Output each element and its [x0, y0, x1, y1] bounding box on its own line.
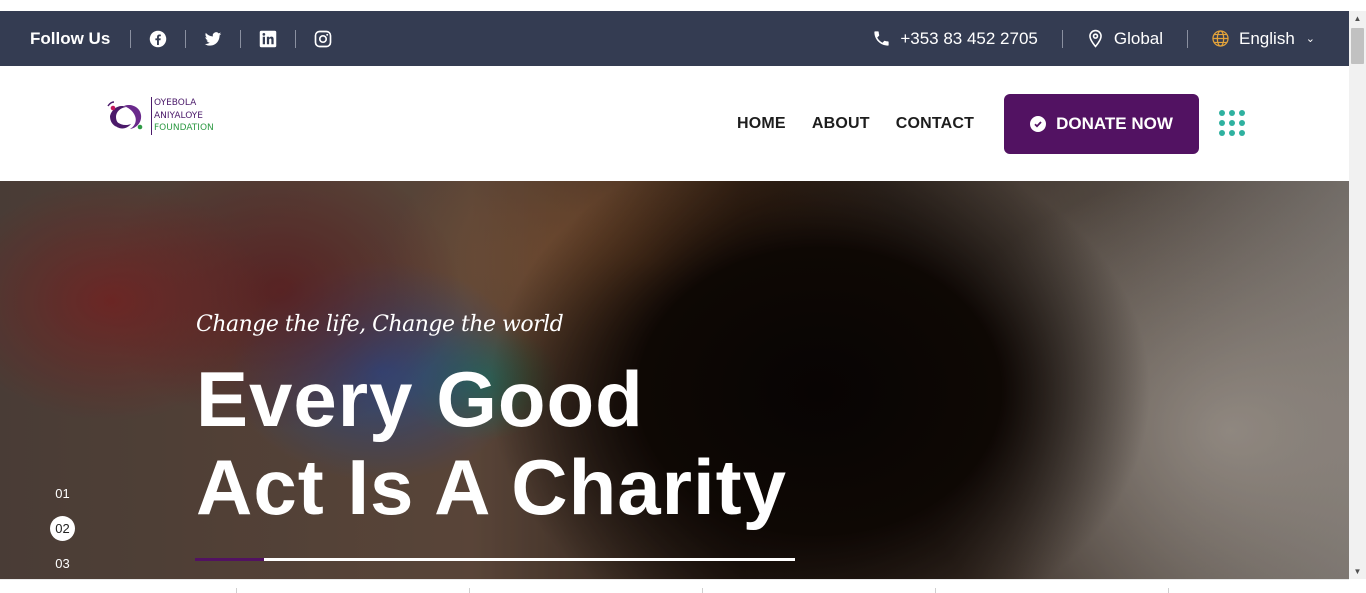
hero-headline: Every Good Act Is A Charity [196, 355, 787, 531]
logo-text: OYEBOLA ANIYALOYE FOUNDATION [151, 97, 214, 135]
twitter-link[interactable] [185, 11, 240, 66]
topbar: Follow Us +353 83 452 2705 Global Englis… [0, 11, 1349, 66]
page: Follow Us +353 83 452 2705 Global Englis… [0, 0, 1366, 593]
donate-now-label: DONATE NOW [1056, 114, 1173, 133]
browser-top-strip [0, 0, 1366, 11]
page-scrollbar[interactable]: ▲ ▼ [1349, 11, 1366, 579]
hero-headline-line1: Every Good [196, 355, 644, 443]
facebook-icon [149, 30, 166, 47]
slide-dot-03[interactable]: 03 [50, 551, 75, 576]
slide-progress-fill [195, 558, 264, 561]
contact-info: +353 83 452 2705 Global English ⌄ [848, 11, 1315, 66]
phone-item[interactable]: +353 83 452 2705 [848, 29, 1062, 49]
chevron-down-icon: ⌄ [1305, 33, 1315, 45]
globe-icon [1212, 30, 1229, 47]
nav-contact[interactable]: CONTACT [896, 115, 974, 133]
linkedin-link[interactable] [240, 11, 295, 66]
scroll-thumb[interactable] [1351, 28, 1364, 64]
main-nav: HOME ABOUT CONTACT [737, 66, 974, 181]
instagram-icon [314, 30, 331, 47]
linkedin-icon [259, 30, 276, 47]
slide-progress-bar [195, 558, 795, 561]
next-section-edge [0, 579, 1349, 593]
location-item[interactable]: Global [1061, 28, 1187, 49]
location-label: Global [1113, 28, 1164, 48]
hero-tagline: Change the life, Change the world [196, 312, 564, 337]
nav-home[interactable]: HOME [737, 115, 786, 133]
twitter-icon [204, 31, 221, 46]
check-circle-icon [1030, 116, 1047, 132]
slide-dot-02[interactable]: 02 [50, 516, 75, 541]
language-selector[interactable]: English ⌄ [1187, 29, 1315, 49]
language-label: English [1239, 28, 1295, 48]
follow-us-label: Follow Us [30, 28, 111, 48]
slide-dot-01[interactable]: 01 [50, 481, 75, 506]
foundation-logo-icon [107, 101, 143, 130]
phone-icon [874, 31, 889, 46]
grid-menu-icon[interactable] [1219, 110, 1245, 136]
donate-now-button[interactable]: DONATE NOW [1004, 94, 1199, 154]
nav-about[interactable]: ABOUT [812, 115, 870, 133]
instagram-link[interactable] [295, 11, 350, 66]
hero-slider: Change the life, Change the world Every … [0, 181, 1349, 579]
logo-text-line3: FOUNDATION [154, 123, 214, 134]
social-links [130, 11, 350, 66]
hero-content: Change the life, Change the world Every … [196, 312, 787, 531]
hero-headline-line2: Act Is A Charity [196, 443, 788, 531]
facebook-link[interactable] [130, 11, 185, 66]
site-logo[interactable]: OYEBOLA ANIYALOYE FOUNDATION [104, 94, 214, 138]
map-pin-icon [1089, 29, 1102, 48]
phone-number: +353 83 452 2705 [900, 28, 1038, 48]
logo-text-line2: ANIYALOYE [154, 110, 203, 121]
site-header: OYEBOLA ANIYALOYE FOUNDATION HOME ABOUT … [0, 66, 1349, 181]
logo-text-line1: OYEBOLA [154, 98, 197, 109]
slide-pagination: 01 02 03 [50, 481, 75, 579]
scroll-up-arrow-icon[interactable]: ▲ [1349, 11, 1366, 26]
scroll-down-arrow-icon[interactable]: ▼ [1349, 564, 1366, 579]
